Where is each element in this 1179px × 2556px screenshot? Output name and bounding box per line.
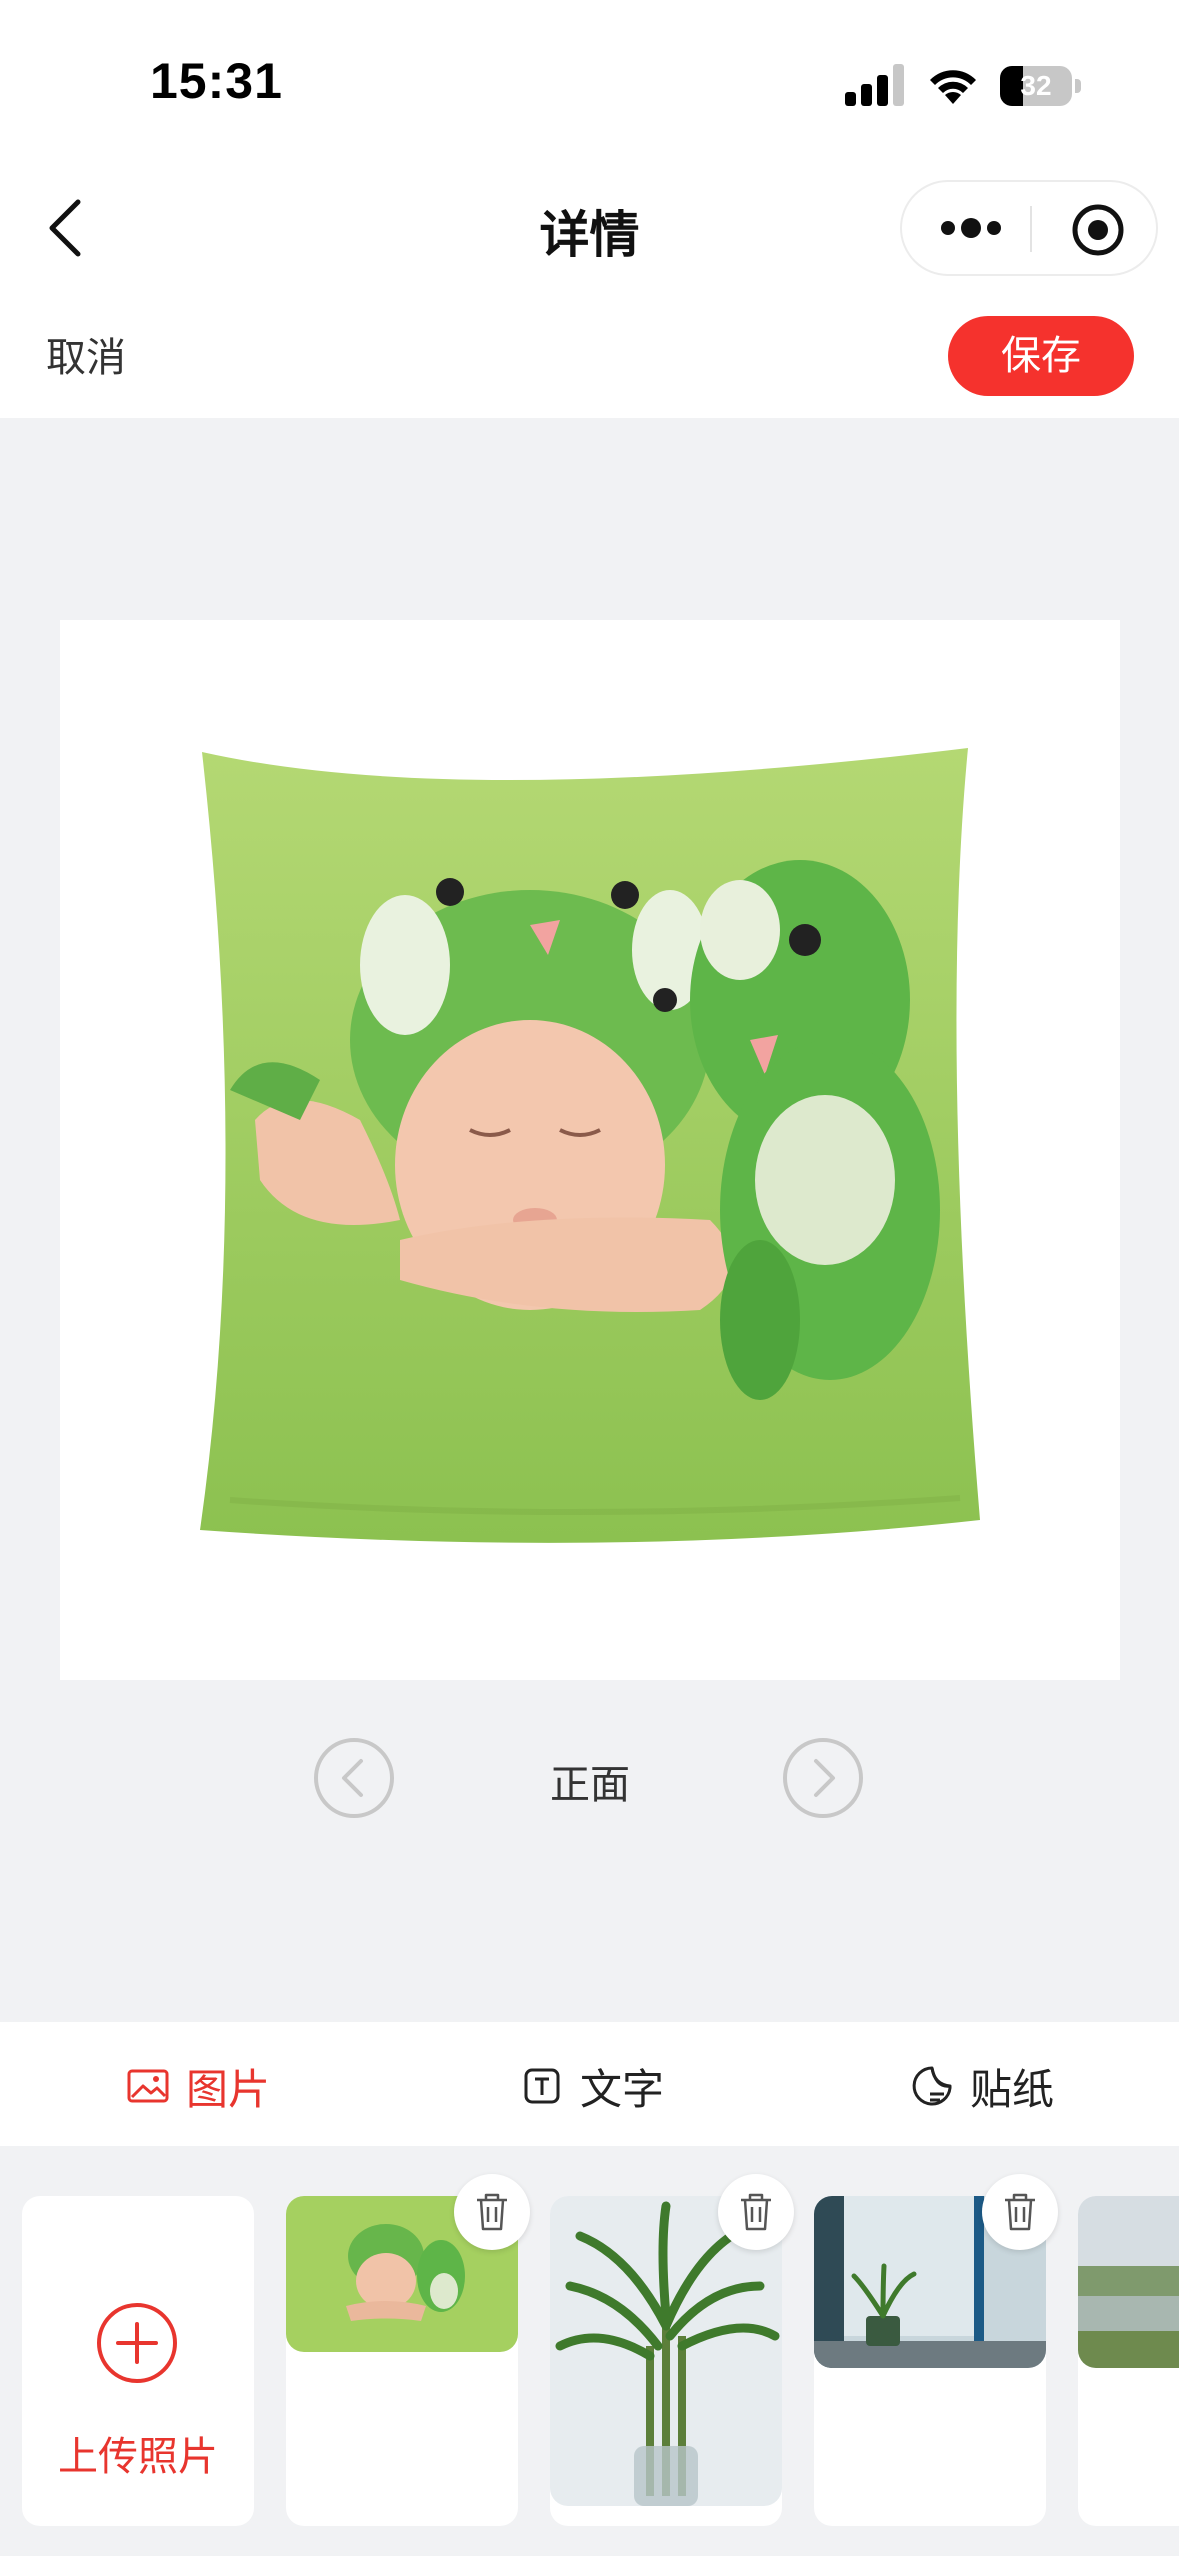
photo-thumbnail[interactable] <box>1078 2196 1179 2526</box>
status-time: 15:31 <box>150 53 283 109</box>
tab-image-label: 图片 <box>186 2064 271 2114</box>
text-icon <box>524 2068 560 2104</box>
delete-photo-button[interactable] <box>718 2174 794 2250</box>
previous-side-button[interactable] <box>313 1737 395 1819</box>
tab-sticker[interactable]: 贴纸 <box>910 2058 1054 2114</box>
cancel-button[interactable]: 取消 <box>46 325 126 383</box>
tab-sticker-label: 贴纸 <box>970 2064 1055 2114</box>
cellular-signal-icon <box>845 64 904 106</box>
trash-icon <box>741 2193 771 2231</box>
image-icon <box>127 2069 169 2103</box>
save-button[interactable]: 保存 <box>948 316 1134 396</box>
mini-program-capsule <box>900 180 1158 276</box>
side-label: 正面 <box>550 1762 630 1808</box>
product-preview-canvas[interactable] <box>60 620 1120 1680</box>
sticker-icon <box>912 2066 952 2106</box>
trash-icon <box>1005 2193 1035 2231</box>
next-side-button[interactable] <box>782 1737 864 1819</box>
more-dots-icon[interactable] <box>940 208 1002 248</box>
add-circle-icon <box>97 2303 177 2383</box>
tab-text-label: 文字 <box>580 2064 665 2114</box>
wifi-icon <box>930 70 976 104</box>
upload-photo-button[interactable]: 上传照片 <box>22 2196 254 2526</box>
photo-strip: 上传照片 <box>0 2146 1179 2556</box>
capsule-divider <box>1030 206 1032 252</box>
close-target-icon[interactable] <box>1070 202 1126 258</box>
edit-tabs: 图片 文字 贴纸 <box>0 2022 1179 2146</box>
trash-icon <box>477 2193 507 2231</box>
tab-image[interactable]: 图片 <box>126 2058 270 2114</box>
battery-indicator: 32 <box>1000 66 1082 106</box>
tab-text[interactable]: 文字 <box>520 2058 664 2114</box>
delete-photo-button[interactable] <box>982 2174 1058 2250</box>
lake-landscape-photo <box>1078 2196 1179 2368</box>
delete-photo-button[interactable] <box>454 2174 530 2250</box>
pillow-preview-image <box>200 748 980 1543</box>
upload-label: 上传照片 <box>58 2434 218 2480</box>
battery-percent: 32 <box>1020 70 1052 101</box>
